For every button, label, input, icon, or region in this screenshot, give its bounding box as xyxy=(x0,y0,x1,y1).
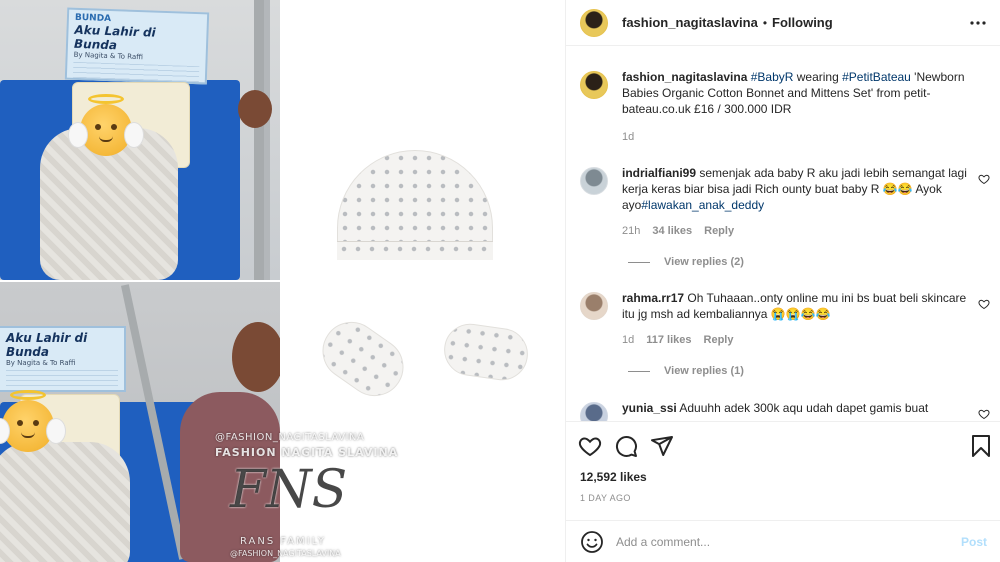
caption-time[interactable]: 1d xyxy=(622,129,634,145)
crib-bar xyxy=(254,0,264,280)
divider-line xyxy=(628,261,650,263)
watermark-handle: @FASHION_NAGITASLAVINA xyxy=(215,432,365,443)
comment-meta: 1d 117 likes Reply xyxy=(622,332,982,348)
comment-body: yunia_ssi Aduuhh adek 300k aqu udah dape… xyxy=(622,400,982,421)
name-card: BUNDA Aku Lahir di Bunda By Nagita & To … xyxy=(64,7,210,85)
comment-text: Aduuhh adek 300k aqu udah dapet gamis bu… xyxy=(679,401,929,415)
baby-photo-bottom: Aku Lahir di Bunda By Nagita & To Raffi xyxy=(0,282,280,562)
post-media[interactable]: BUNDA Aku Lahir di Bunda By Nagita & To … xyxy=(0,0,565,562)
comment-item: yunia_ssi Aduuhh adek 300k aqu udah dape… xyxy=(580,400,990,421)
action-bar xyxy=(566,421,1000,469)
hashtag-link[interactable]: #lawakan_anak_deddy xyxy=(641,198,764,212)
heart-icon[interactable] xyxy=(978,173,990,185)
mitten-right-image xyxy=(440,320,532,384)
view-replies-label: View replies (2) xyxy=(664,256,744,268)
comments-section[interactable]: fashion_nagitaslavina #BabyR wearing #Pe… xyxy=(566,47,1000,421)
comment-username[interactable]: yunia_ssi xyxy=(622,401,677,415)
hashtag-link[interactable]: #BabyR xyxy=(751,70,794,84)
comment-meta: 21h 34 likes Reply xyxy=(622,223,982,239)
comment-likes[interactable]: 34 likes xyxy=(652,223,692,239)
watermark-family: RANS FAMILY xyxy=(240,536,326,547)
caption-body: fashion_nagitaslavina #BabyR wearing #Pe… xyxy=(622,69,982,145)
avatar[interactable] xyxy=(580,402,608,421)
reply-button[interactable]: Reply xyxy=(704,223,734,239)
angel-emoji-sticker xyxy=(68,94,144,156)
comment-username[interactable]: indrialfiani99 xyxy=(622,166,696,180)
avatar[interactable] xyxy=(580,71,608,99)
heart-icon[interactable] xyxy=(578,434,602,458)
divider-line xyxy=(628,370,650,372)
swaddle xyxy=(0,442,130,562)
heart-icon[interactable] xyxy=(978,408,990,420)
comment-body: rahma.rr17 Oh Tuhaaan..onty online mu in… xyxy=(622,290,982,348)
angel-emoji-sticker xyxy=(0,390,66,452)
view-replies-button[interactable]: View replies (2) xyxy=(628,256,744,268)
caption-text: wearing xyxy=(793,70,843,84)
baby-photo-top: BUNDA Aku Lahir di Bunda By Nagita & To … xyxy=(0,0,280,280)
avatar[interactable] xyxy=(580,167,608,195)
mitten-left-image xyxy=(311,310,415,408)
post-header: fashion_nagitaslavina • Following xyxy=(566,0,1000,46)
comment-time[interactable]: 21h xyxy=(622,223,640,239)
view-replies-label: View replies (1) xyxy=(664,365,744,377)
share-icon[interactable] xyxy=(650,434,674,458)
bookmark-icon[interactable] xyxy=(969,434,993,458)
likes-count[interactable]: 12,592 likes xyxy=(580,470,647,484)
name-card: Aku Lahir di Bunda By Nagita & To Raffi xyxy=(0,326,126,392)
caption: fashion_nagitaslavina #BabyR wearing #Pe… xyxy=(580,69,990,145)
comment-item: indrialfiani99 semenjak ada baby R aku j… xyxy=(580,165,990,239)
comment-likes[interactable]: 117 likes xyxy=(646,332,691,348)
comment-body: indrialfiani99 semenjak ada baby R aku j… xyxy=(622,165,982,239)
card-title: Aku Lahir di Bunda xyxy=(6,331,88,359)
view-replies-button[interactable]: View replies (1) xyxy=(628,365,744,377)
card-subtitle: By Nagita & To Raffi xyxy=(6,359,76,367)
toddler-head xyxy=(232,322,280,392)
more-icon[interactable] xyxy=(969,14,987,32)
comment-time[interactable]: 1d xyxy=(622,332,634,348)
comment-bar: Post xyxy=(566,520,1000,562)
hashtag-link[interactable]: #PetitBateau xyxy=(842,70,911,84)
watermark-name: FASHION NAGITA SLAVINA xyxy=(215,446,399,459)
card-title: Aku Lahir di Bunda xyxy=(73,22,156,53)
card-lines xyxy=(72,61,200,83)
card-lines xyxy=(6,370,118,386)
header-username[interactable]: fashion_nagitaslavina xyxy=(622,15,758,30)
toddler-hand xyxy=(238,90,272,128)
watermark-logo: FNS xyxy=(230,460,348,520)
caption-meta: 1d xyxy=(622,129,982,145)
reply-button[interactable]: Reply xyxy=(704,332,734,348)
post-time[interactable]: 1 DAY AGO xyxy=(580,493,631,503)
caption-username[interactable]: fashion_nagitaslavina xyxy=(622,70,747,84)
comment-input[interactable] xyxy=(616,534,961,549)
bonnet-image xyxy=(337,150,493,260)
following-button[interactable]: Following xyxy=(772,15,833,30)
avatar[interactable] xyxy=(580,292,608,320)
comment-username[interactable]: rahma.rr17 xyxy=(622,291,684,305)
header-separator: • xyxy=(762,15,768,30)
avatar[interactable] xyxy=(580,8,608,37)
post-button[interactable]: Post xyxy=(961,535,987,549)
comment-item: rahma.rr17 Oh Tuhaaan..onty online mu in… xyxy=(580,290,990,348)
watermark-handle-bottom: @FASHION_NAGITASLAVINA xyxy=(230,549,341,558)
post-panel: fashion_nagitaslavina • Following fashio… xyxy=(565,0,1000,562)
heart-icon[interactable] xyxy=(978,298,990,310)
comment-icon[interactable] xyxy=(614,434,638,458)
emoji-icon[interactable] xyxy=(580,530,604,554)
